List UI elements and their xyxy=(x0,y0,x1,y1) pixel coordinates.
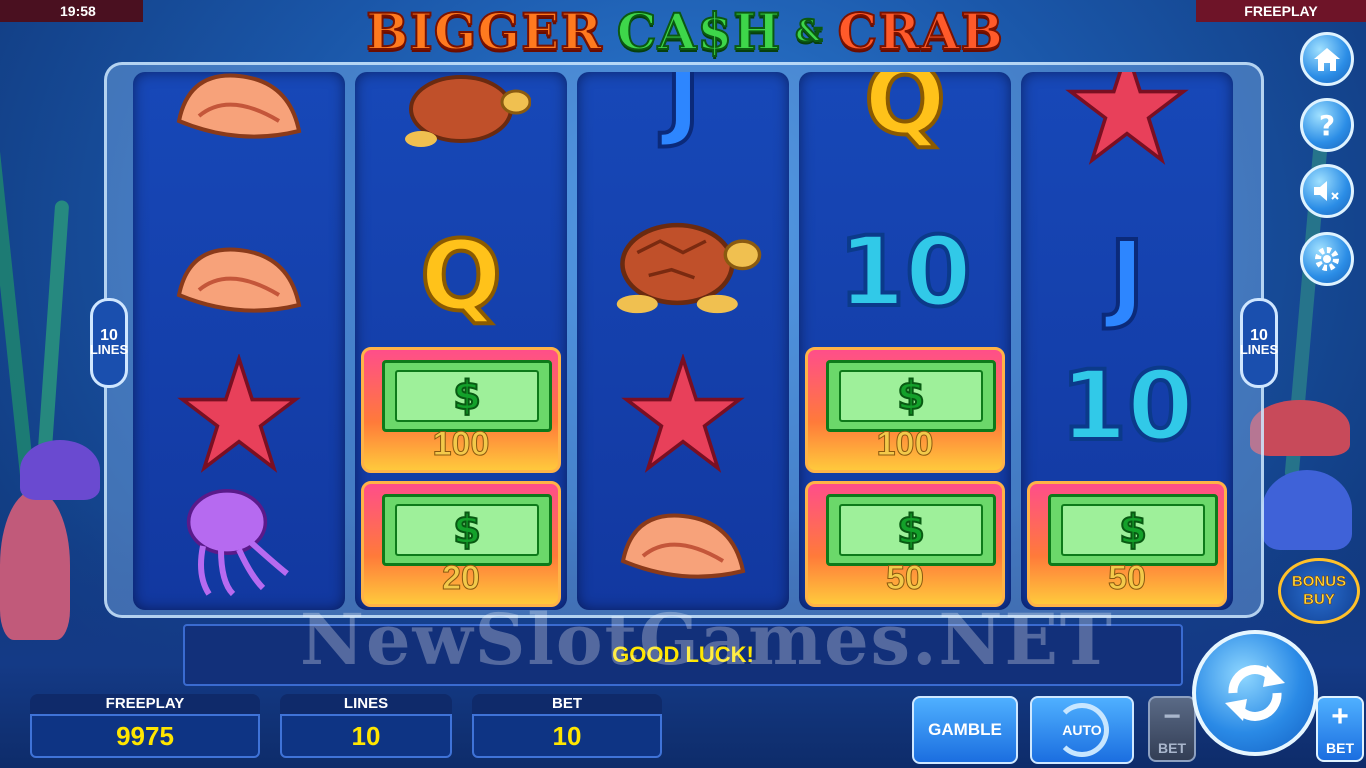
coral xyxy=(1250,400,1350,456)
cash-symbol: $50 xyxy=(1027,478,1227,610)
cash-symbol: $50 xyxy=(805,478,1005,610)
lines-value: 10 xyxy=(280,714,452,758)
message-text: GOOD LUCK! xyxy=(612,642,754,667)
autoplay-button[interactable]: AUTO xyxy=(1030,696,1134,764)
mode-indicator: FREEPLAY xyxy=(1196,0,1366,22)
bet-panel: BET 10 xyxy=(472,694,662,758)
lines-badge-number: 10 xyxy=(100,327,118,344)
lines-badge-number: 10 xyxy=(1250,327,1268,344)
shell-symbol xyxy=(139,218,339,342)
jellyfish-symbol xyxy=(583,602,783,610)
message-bar: GOOD LUCK! xyxy=(183,624,1183,686)
settings-button[interactable] xyxy=(1300,232,1354,286)
coral xyxy=(0,490,70,640)
logo-ampersand: & xyxy=(794,13,824,50)
bet-label: BET xyxy=(472,694,662,714)
sound-muted-icon xyxy=(1314,181,1339,201)
cash-value: 50 xyxy=(886,559,925,598)
logo-word-crab: CRAB xyxy=(837,1,1004,62)
reel-2: Q $100 $20 $ xyxy=(355,72,567,610)
sound-button[interactable] xyxy=(1300,164,1354,218)
logo-word-bigger: BIGGER xyxy=(365,1,603,62)
cash-value: 100 xyxy=(432,425,490,464)
home-button[interactable] xyxy=(1300,32,1354,86)
minus-icon: − xyxy=(1163,700,1181,733)
spin-button[interactable] xyxy=(1192,630,1318,756)
gamble-button[interactable]: GAMBLE xyxy=(912,696,1018,764)
jellyfish-symbol xyxy=(139,478,339,602)
cash-symbol: $100 xyxy=(805,344,1005,476)
lines-badge-left: 10 LINES xyxy=(90,298,128,388)
freeplay-panel: FREEPLAY 9975 xyxy=(30,694,260,758)
q-symbol: Q xyxy=(418,220,504,332)
game-logo: BIGGER CA$H & CRAB xyxy=(335,1,1035,62)
reel-5: J 10 $50 $ xyxy=(1021,72,1233,610)
lines-badge-label: LINES xyxy=(1239,342,1279,357)
starfish-symbol xyxy=(139,352,339,476)
freeplay-label: FREEPLAY xyxy=(30,694,260,714)
lines-panel: LINES 10 xyxy=(280,694,452,758)
q-symbol: Q xyxy=(862,72,948,156)
help-icon: ? xyxy=(1318,108,1336,142)
reel-1 xyxy=(133,72,345,610)
clock: 19:58 xyxy=(0,0,143,22)
bet-increase-button[interactable]: + BET xyxy=(1316,696,1364,762)
bonus-buy-button[interactable]: BONUS BUY xyxy=(1278,558,1360,624)
bet-decrease-button[interactable]: − BET xyxy=(1148,696,1196,762)
spin-arrows-icon xyxy=(1225,665,1285,721)
starfish-symbol xyxy=(1027,72,1227,168)
reel-4: Q 10 $100 $50 Q xyxy=(799,72,1011,610)
cash-symbol: $100 xyxy=(361,344,561,476)
j-symbol: J xyxy=(1107,220,1147,332)
logo-word-cash: CA$H xyxy=(616,1,782,62)
coral xyxy=(1262,470,1352,550)
turtle-symbol xyxy=(583,202,783,326)
reel-3: J xyxy=(577,72,789,610)
turtle-symbol xyxy=(361,72,561,166)
lines-badge-label: LINES xyxy=(89,342,129,357)
cash-value: 50 xyxy=(1108,559,1147,598)
shell-symbol xyxy=(139,72,339,168)
plus-icon: + xyxy=(1331,700,1349,733)
autoplay-icon: AUTO xyxy=(1055,703,1109,757)
freeplay-value: 9975 xyxy=(30,714,260,758)
cash-value: 100 xyxy=(876,425,934,464)
q-symbol: Q xyxy=(805,604,1005,610)
bet-value: 10 xyxy=(472,714,662,758)
ten-symbol: 10 xyxy=(836,216,974,328)
ten-symbol: 10 xyxy=(1058,350,1196,462)
j-symbol: J xyxy=(663,72,703,150)
settings-icon xyxy=(1315,247,1339,271)
cash-symbol: $20 xyxy=(361,478,561,610)
help-button[interactable]: ? xyxy=(1300,98,1354,152)
shell-symbol xyxy=(583,484,783,608)
cash-value: 20 xyxy=(442,559,481,598)
starfish-symbol xyxy=(583,352,783,476)
home-icon xyxy=(1314,48,1340,71)
lines-label: LINES xyxy=(280,694,452,714)
shell-symbol xyxy=(139,602,339,610)
coral xyxy=(20,440,100,500)
lines-badge-right: 10 LINES xyxy=(1240,298,1278,388)
